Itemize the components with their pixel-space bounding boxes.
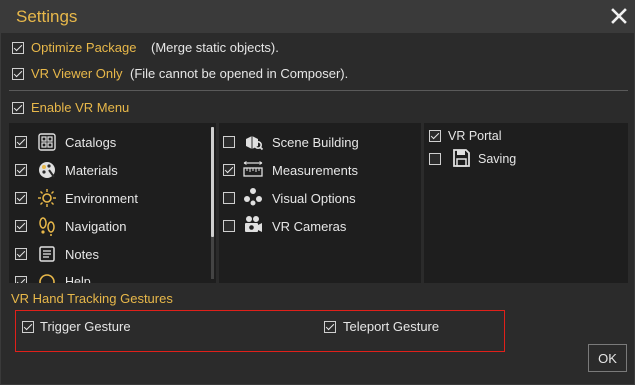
- notes-checkbox[interactable]: [15, 248, 27, 260]
- saving-icon: [453, 149, 470, 167]
- help-row-clipped: Help: [9, 269, 209, 283]
- measurements-icon: [243, 161, 263, 177]
- scene-building-icon: [246, 136, 263, 151]
- measurements-label: Measurements: [272, 163, 358, 178]
- navigation-label: Navigation: [65, 219, 127, 234]
- settings-dialog: Settings Optimize Package (Merge static …: [0, 0, 635, 385]
- optimize-package-label: Optimize Package: [31, 40, 137, 55]
- optimize-package-note: (Merge static objects).: [151, 40, 279, 55]
- visual-options-icon: [244, 188, 262, 206]
- teleport-gesture-checkbox[interactable]: [324, 321, 336, 333]
- trigger-gesture-checkbox[interactable]: [22, 321, 34, 333]
- scene-building-checkbox[interactable]: [223, 136, 235, 148]
- materials-label: Materials: [65, 163, 118, 178]
- navigation-icon: [39, 217, 55, 236]
- measurements-checkbox[interactable]: [223, 164, 235, 176]
- teleport-gesture-label: Teleport Gesture: [343, 319, 440, 334]
- saving-checkbox[interactable]: [429, 153, 441, 165]
- catalogs-checkbox[interactable]: [15, 136, 27, 148]
- vr-cameras-icon: [245, 216, 262, 232]
- separator: [9, 90, 628, 91]
- vr-menu-column-3: [424, 123, 628, 283]
- close-icon[interactable]: [609, 6, 629, 26]
- help-icon: [39, 274, 55, 283]
- vr-viewer-only-checkbox[interactable]: [12, 68, 24, 80]
- visual-options-label: Visual Options: [272, 191, 356, 206]
- scene-building-label: Scene Building: [272, 135, 359, 150]
- environment-checkbox[interactable]: [15, 192, 27, 204]
- vr-cameras-label: VR Cameras: [272, 219, 347, 234]
- enable-vr-menu-label: Enable VR Menu: [31, 100, 130, 115]
- dialog-title: Settings: [16, 7, 78, 26]
- notes-icon: [39, 246, 55, 262]
- vr-cameras-checkbox[interactable]: [223, 220, 235, 232]
- catalogs-label: Catalogs: [65, 135, 117, 150]
- saving-label: Saving: [478, 152, 517, 166]
- materials-icon: [39, 162, 55, 178]
- help-label: Help: [65, 275, 91, 283]
- navigation-checkbox[interactable]: [15, 220, 27, 232]
- vr-viewer-only-note: (File cannot be opened in Composer).: [130, 66, 349, 81]
- notes-label: Notes: [65, 247, 99, 262]
- gestures-section-title: VR Hand Tracking Gestures: [11, 291, 173, 306]
- help-checkbox[interactable]: [15, 276, 27, 283]
- optimize-package-checkbox[interactable]: [12, 42, 24, 54]
- ok-button[interactable]: OK: [588, 344, 627, 372]
- enable-vr-menu-checkbox[interactable]: [12, 102, 24, 114]
- vr-viewer-only-label: VR Viewer Only: [31, 66, 123, 81]
- materials-checkbox[interactable]: [15, 164, 27, 176]
- visual-options-checkbox[interactable]: [223, 192, 235, 204]
- column1-scrollbar-thumb[interactable]: [211, 127, 214, 237]
- vr-portal-label: VR Portal: [448, 129, 502, 143]
- vr-portal-checkbox[interactable]: [429, 130, 441, 142]
- environment-label: Environment: [65, 191, 138, 206]
- environment-icon: [38, 189, 56, 207]
- catalogs-icon: [38, 133, 56, 151]
- title-bar: Settings: [1, 1, 635, 33]
- trigger-gesture-label: Trigger Gesture: [40, 319, 131, 334]
